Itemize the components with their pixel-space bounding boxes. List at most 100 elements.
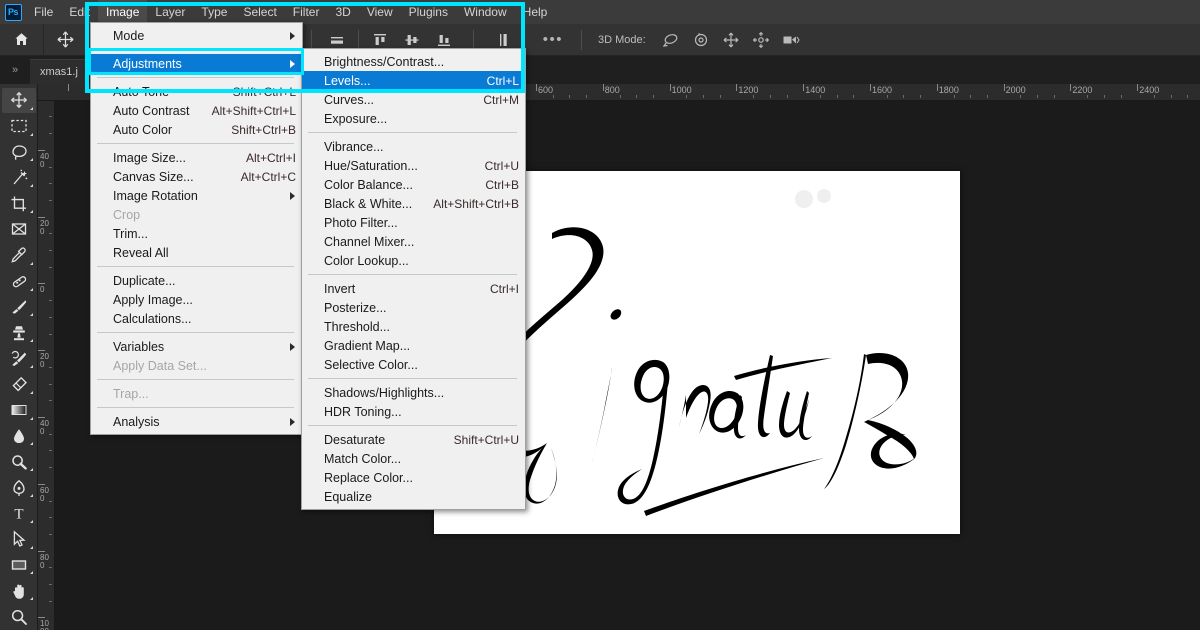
lasso-tool-icon[interactable]	[2, 140, 36, 165]
menu-item-photo-filter[interactable]: Photo Filter...	[302, 213, 525, 232]
more-options-button[interactable]: •••	[531, 31, 575, 48]
3d-mode-label: 3D Mode:	[588, 34, 656, 46]
menu-item-match-color[interactable]: Match Color...	[302, 449, 525, 468]
menu-item-threshold[interactable]: Threshold...	[302, 317, 525, 336]
menu-help[interactable]: Help	[515, 0, 556, 24]
pan-3d-icon[interactable]	[722, 31, 740, 49]
menu-item-hue-saturation[interactable]: Hue/Saturation...Ctrl+U	[302, 156, 525, 175]
menu-item-apply-image[interactable]: Apply Image...	[91, 290, 302, 309]
blur-tool-icon[interactable]	[2, 424, 36, 449]
ruler-label: 2400	[1137, 85, 1159, 95]
crop-tool-icon[interactable]	[2, 191, 36, 216]
dodge-tool-icon[interactable]	[2, 449, 36, 474]
roll-3d-icon[interactable]	[692, 31, 710, 49]
photoshop-logo-label: Ps	[5, 4, 22, 21]
menu-item-label: Black & White...	[324, 197, 419, 211]
menu-file[interactable]: File	[26, 0, 61, 24]
active-tool-move-icon[interactable]	[44, 24, 88, 56]
menu-plugins[interactable]: Plugins	[401, 0, 456, 24]
orbit-3d-icon[interactable]	[662, 31, 680, 49]
menu-item-levels[interactable]: Levels...Ctrl+L	[302, 71, 525, 90]
menu-item-desaturate[interactable]: DesaturateShift+Ctrl+U	[302, 430, 525, 449]
menu-item-mode[interactable]: Mode	[91, 26, 302, 45]
gradient-tool-icon[interactable]	[2, 398, 36, 423]
align-top-edges-icon[interactable]	[371, 31, 389, 49]
menu-item-equalize[interactable]: Equalize	[302, 487, 525, 506]
object-selection-magic-wand-tool-icon[interactable]	[2, 165, 36, 190]
menu-item-image-rotation[interactable]: Image Rotation	[91, 186, 302, 205]
image-menu-dropdown[interactable]: ModeAdjustmentsAuto ToneShift+Ctrl+LAuto…	[90, 22, 303, 435]
hand-tool-icon[interactable]	[2, 578, 36, 603]
eyedropper-tool-icon[interactable]	[2, 243, 36, 268]
brush-tool-icon[interactable]	[2, 295, 36, 320]
menu-item-exposure[interactable]: Exposure...	[302, 109, 525, 128]
history-brush-tool-icon[interactable]	[2, 346, 36, 371]
move-tool-icon[interactable]	[2, 88, 36, 113]
rectangular-marquee-tool-icon[interactable]	[2, 114, 36, 139]
menu-item-color-balance[interactable]: Color Balance...Ctrl+B	[302, 175, 525, 194]
align-vertical-centers-icon[interactable]	[403, 31, 421, 49]
tool-flyout-indicator-icon	[30, 107, 33, 110]
menu-view[interactable]: View	[359, 0, 401, 24]
menu-window[interactable]: Window	[456, 0, 515, 24]
pen-tool-icon[interactable]	[2, 475, 36, 500]
ruler-minor-tick	[753, 95, 754, 98]
menu-item-shadows-highlights[interactable]: Shadows/Highlights...	[302, 383, 525, 402]
menu-item-black-white[interactable]: Black & White...Alt+Shift+Ctrl+B	[302, 194, 525, 213]
menu-item-variables[interactable]: Variables	[91, 337, 302, 356]
distribute-vertically-icon[interactable]	[494, 31, 512, 49]
slide-3d-icon[interactable]	[752, 31, 770, 49]
menu-item-reveal-all[interactable]: Reveal All	[91, 243, 302, 262]
tool-flyout-indicator-icon	[30, 468, 33, 471]
menu-item-image-size[interactable]: Image Size...Alt+Ctrl+I	[91, 148, 302, 167]
scale-3d-camera-icon[interactable]	[782, 31, 800, 49]
zoom-tool-icon[interactable]	[2, 604, 36, 629]
path-selection-tool-icon[interactable]	[2, 527, 36, 552]
menu-item-canvas-size[interactable]: Canvas Size...Alt+Ctrl+C	[91, 167, 302, 186]
menu-filter[interactable]: Filter	[285, 0, 328, 24]
menu-item-label: Invert	[324, 282, 476, 296]
menu-item-auto-color[interactable]: Auto ColorShift+Ctrl+B	[91, 120, 302, 139]
align-bottom-edges-icon[interactable]	[435, 31, 453, 49]
menu-item-gradient-map[interactable]: Gradient Map...	[302, 336, 525, 355]
rectangle-shape-tool-icon[interactable]	[2, 553, 36, 578]
menu-item-curves[interactable]: Curves...Ctrl+M	[302, 90, 525, 109]
menu-layer[interactable]: Layer	[147, 0, 193, 24]
menu-item-analysis[interactable]: Analysis	[91, 412, 302, 431]
menu-3d[interactable]: 3D	[327, 0, 358, 24]
horizontal-type-tool-icon[interactable]: T	[2, 501, 36, 526]
frame-tool-icon[interactable]	[2, 217, 36, 242]
menu-item-hdr-toning[interactable]: HDR Toning...	[302, 402, 525, 421]
ruler-tick	[38, 551, 45, 552]
menu-item-auto-tone[interactable]: Auto ToneShift+Ctrl+L	[91, 82, 302, 101]
menu-item-label: Apply Data Set...	[113, 359, 296, 373]
adjustments-submenu-dropdown[interactable]: Brightness/Contrast...Levels...Ctrl+LCur…	[301, 48, 526, 510]
menu-item-color-lookup[interactable]: Color Lookup...	[302, 251, 525, 270]
clone-stamp-tool-icon[interactable]	[2, 320, 36, 345]
menu-item-channel-mixer[interactable]: Channel Mixer...	[302, 232, 525, 251]
menu-item-trim[interactable]: Trim...	[91, 224, 302, 243]
eraser-tool-icon[interactable]	[2, 372, 36, 397]
menu-item-selective-color[interactable]: Selective Color...	[302, 355, 525, 374]
menu-type[interactable]: Type	[193, 0, 235, 24]
home-icon[interactable]	[0, 24, 44, 56]
ruler-minor-tick	[1104, 95, 1105, 98]
menu-item-invert[interactable]: InvertCtrl+I	[302, 279, 525, 298]
options-divider-4	[473, 30, 474, 50]
distribute-horizontally-icon[interactable]	[328, 31, 346, 49]
expand-panels-icon[interactable]: »	[0, 56, 30, 84]
menu-item-calculations[interactable]: Calculations...	[91, 309, 302, 328]
menu-item-vibrance[interactable]: Vibrance...	[302, 137, 525, 156]
document-tab[interactable]: xmas1.j	[30, 59, 89, 84]
menu-item-label: Match Color...	[324, 452, 519, 466]
spot-healing-brush-tool-icon[interactable]	[2, 269, 36, 294]
menu-select[interactable]: Select	[235, 0, 284, 24]
menu-item-adjustments[interactable]: Adjustments	[91, 54, 302, 73]
menu-item-posterize[interactable]: Posterize...	[302, 298, 525, 317]
menu-edit[interactable]: Edit	[61, 0, 98, 24]
menu-item-replace-color[interactable]: Replace Color...	[302, 468, 525, 487]
menu-item-duplicate[interactable]: Duplicate...	[91, 271, 302, 290]
menu-item-auto-contrast[interactable]: Auto ContrastAlt+Shift+Ctrl+L	[91, 101, 302, 120]
menu-image[interactable]: Image	[98, 0, 147, 24]
menu-item-brightness-contrast[interactable]: Brightness/Contrast...	[302, 52, 525, 71]
